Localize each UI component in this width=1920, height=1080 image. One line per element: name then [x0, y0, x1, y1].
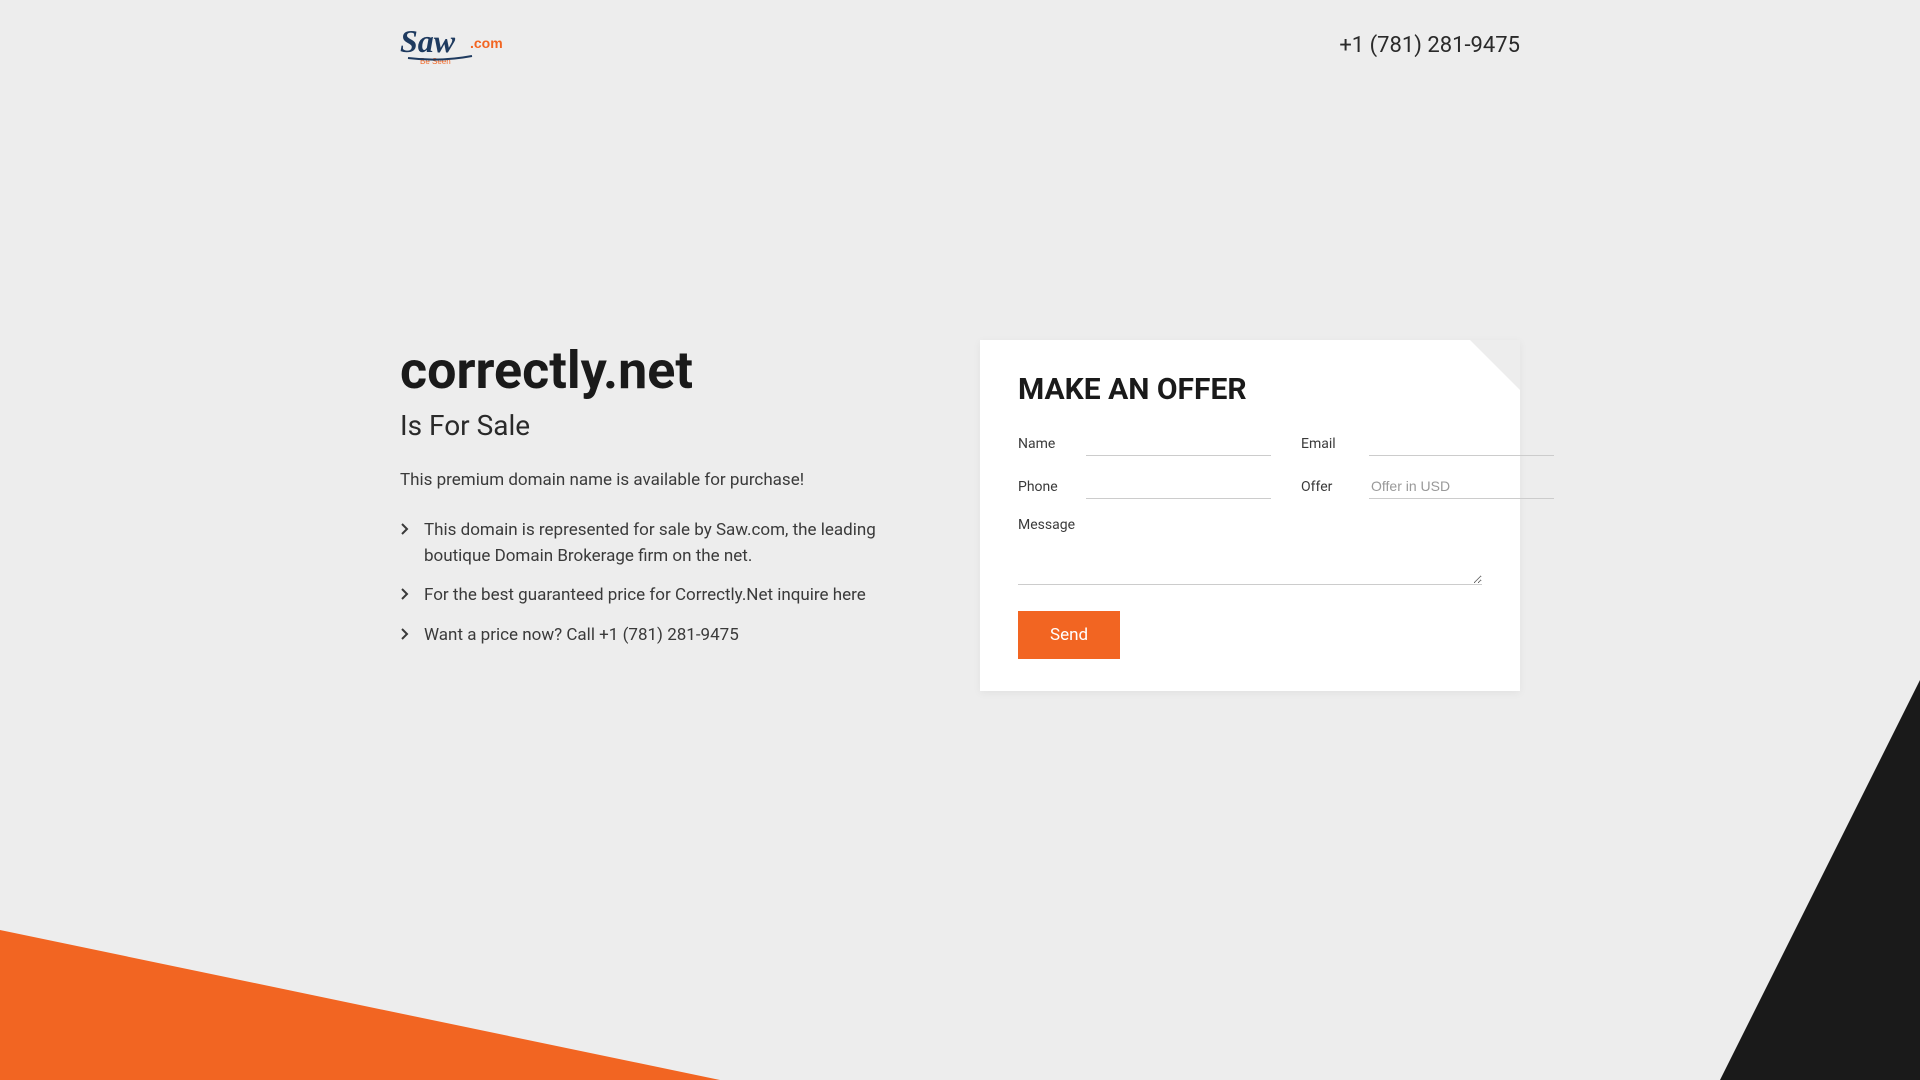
chevron-right-icon — [400, 522, 410, 536]
list-item: For the best guaranteed price for Correc… — [400, 583, 920, 609]
offer-field-wrapper: Offer — [1301, 474, 1554, 499]
saw-logo-icon: Saw .com Be Seen — [400, 20, 540, 70]
chevron-right-icon — [400, 587, 410, 601]
name-field-wrapper: Name — [1018, 431, 1271, 456]
offer-input[interactable] — [1369, 474, 1554, 499]
description-text: This premium domain name is available fo… — [400, 470, 920, 490]
bullet-text: For the best guaranteed price for Correc… — [424, 583, 866, 609]
left-section: correctly.net Is For Sale This premium d… — [400, 340, 920, 691]
offer-card: MAKE AN OFFER Name Email Phone Offer — [980, 340, 1520, 691]
domain-title: correctly.net — [400, 340, 920, 401]
message-field-wrapper: Message — [1018, 517, 1482, 589]
decorative-triangle-orange — [0, 930, 720, 1080]
phone-input[interactable] — [1086, 474, 1271, 499]
name-input[interactable] — [1086, 431, 1271, 456]
send-button[interactable]: Send — [1018, 611, 1120, 659]
list-item: Want a price now? Call +1 (781) 281-9475 — [400, 623, 920, 649]
header: Saw .com Be Seen +1 (781) 281-9475 — [0, 0, 1920, 90]
offer-label: Offer — [1301, 479, 1355, 495]
form-row: Name Email — [1018, 431, 1482, 456]
email-field-wrapper: Email — [1301, 431, 1554, 456]
for-sale-subtitle: Is For Sale — [400, 409, 920, 442]
main-content: correctly.net Is For Sale This premium d… — [0, 90, 1920, 691]
form-row: Phone Offer — [1018, 474, 1482, 499]
decorative-triangle-black — [1720, 680, 1920, 1080]
chevron-right-icon — [400, 627, 410, 641]
phone-label: Phone — [1018, 479, 1072, 495]
svg-text:.com: .com — [470, 35, 503, 51]
email-input[interactable] — [1369, 431, 1554, 456]
logo[interactable]: Saw .com Be Seen — [400, 20, 540, 70]
bullet-list: This domain is represented for sale by S… — [400, 518, 920, 648]
name-label: Name — [1018, 436, 1072, 452]
svg-text:Saw: Saw — [400, 23, 456, 59]
message-textarea[interactable] — [1018, 541, 1482, 585]
bullet-text: This domain is represented for sale by S… — [424, 518, 920, 569]
email-label: Email — [1301, 436, 1355, 452]
header-phone[interactable]: +1 (781) 281-9475 — [1339, 33, 1520, 58]
bullet-text: Want a price now? Call +1 (781) 281-9475 — [424, 623, 739, 649]
phone-field-wrapper: Phone — [1018, 474, 1271, 499]
offer-title: MAKE AN OFFER — [1018, 372, 1482, 407]
message-label: Message — [1018, 517, 1482, 533]
list-item: This domain is represented for sale by S… — [400, 518, 920, 569]
